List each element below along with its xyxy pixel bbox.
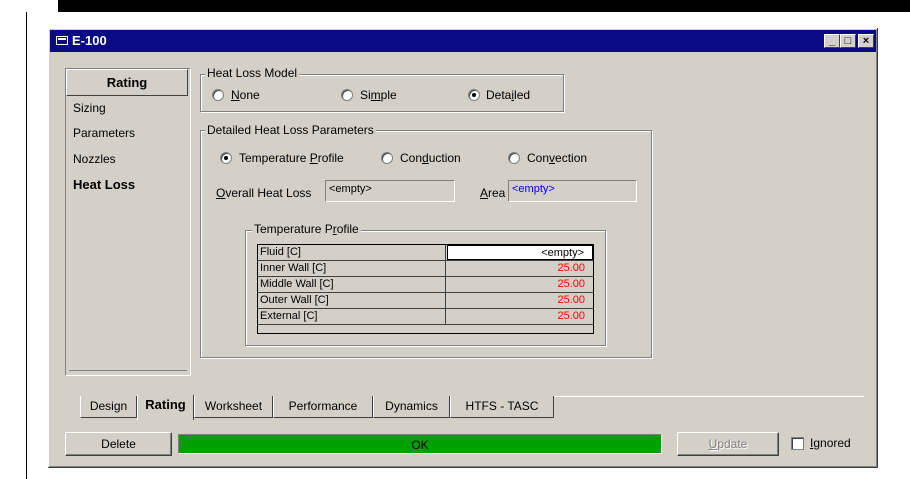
- overall-heat-loss-field[interactable]: <empty>: [325, 180, 455, 202]
- sidebar-header-label: Rating: [106, 75, 148, 90]
- minimize-icon: _: [828, 35, 836, 47]
- window-titlebar[interactable]: [50, 30, 876, 52]
- radio-temperature-profile-label[interactable]: Temperature Profile: [239, 151, 344, 165]
- heat-loss-model-label: Heat Loss Model: [205, 66, 300, 80]
- row-value-middle-wall[interactable]: 25.00: [447, 277, 593, 292]
- page-border-line: [26, 12, 27, 479]
- radio-conduction-label[interactable]: Conduction: [400, 151, 461, 165]
- temperature-profile-table: Fluid [C] <empty> Inner Wall [C] 25.00 M…: [257, 244, 594, 334]
- close-icon: ×: [862, 35, 870, 47]
- radio-none[interactable]: [212, 89, 224, 101]
- row-value-fluid[interactable]: <empty>: [447, 245, 593, 260]
- top-bar: [0, 0, 910, 12]
- close-button[interactable]: ×: [858, 34, 874, 48]
- area-label: Area: [480, 186, 506, 200]
- table-row[interactable]: External [C] 25.00: [258, 309, 593, 325]
- delete-button[interactable]: Delete: [65, 432, 172, 456]
- radio-detailed-label[interactable]: Detailed: [486, 88, 530, 102]
- radio-simple[interactable]: [341, 89, 353, 101]
- ignored-checkbox[interactable]: [791, 437, 804, 450]
- temperature-profile-label: Temperature Profile: [252, 222, 361, 236]
- tab-design[interactable]: Design: [80, 396, 137, 418]
- update-button[interactable]: Update: [677, 432, 779, 456]
- maximize-button[interactable]: □: [840, 34, 856, 48]
- minimize-button[interactable]: _: [824, 34, 840, 48]
- tab-rating[interactable]: Rating: [137, 395, 194, 420]
- row-name-middle-wall: Middle Wall [C]: [258, 277, 446, 292]
- status-bar: OK: [178, 434, 662, 454]
- window-icon: [56, 36, 68, 45]
- table-row[interactable]: Outer Wall [C] 25.00: [258, 293, 593, 309]
- radio-convection[interactable]: [508, 152, 520, 164]
- sidebar-item-parameters[interactable]: Parameters: [73, 126, 135, 140]
- radio-convection-label[interactable]: Convection: [527, 151, 587, 165]
- overall-heat-loss-label: Overall Heat Loss: [216, 186, 312, 200]
- row-value-external[interactable]: 25.00: [447, 309, 593, 324]
- table-row[interactable]: Middle Wall [C] 25.00: [258, 277, 593, 293]
- row-name-fluid: Fluid [C]: [258, 245, 446, 260]
- area-field[interactable]: <empty>: [508, 180, 637, 202]
- table-row[interactable]: Fluid [C] <empty>: [258, 245, 593, 261]
- maximize-icon: □: [844, 35, 852, 47]
- radio-detailed[interactable]: [468, 89, 480, 101]
- detailed-params-label: Detailed Heat Loss Parameters: [205, 123, 376, 137]
- table-row[interactable]: Inner Wall [C] 25.00: [258, 261, 593, 277]
- tab-htfs-tasc[interactable]: HTFS - TASC: [450, 396, 554, 418]
- top-bar-notch: [0, 0, 58, 12]
- row-name-external: External [C]: [258, 309, 446, 324]
- ignored-label[interactable]: Ignored: [810, 436, 851, 450]
- window-title: E-100: [72, 33, 107, 48]
- sidebar-item-nozzles[interactable]: Nozzles: [73, 152, 116, 166]
- sidebar-item-sizing[interactable]: Sizing: [73, 101, 106, 115]
- radio-conduction[interactable]: [381, 152, 393, 164]
- sidebar-item-heat-loss[interactable]: Heat Loss: [73, 177, 135, 192]
- tab-dynamics[interactable]: Dynamics: [373, 396, 450, 418]
- row-value-outer-wall[interactable]: 25.00: [447, 293, 593, 308]
- row-name-outer-wall: Outer Wall [C]: [258, 293, 446, 308]
- radio-none-label-rest: one: [239, 88, 260, 102]
- radio-temperature-profile[interactable]: [220, 152, 232, 164]
- tab-worksheet[interactable]: Worksheet: [194, 396, 273, 418]
- row-value-inner-wall[interactable]: 25.00: [447, 261, 593, 276]
- row-name-inner-wall: Inner Wall [C]: [258, 261, 446, 276]
- tab-performance[interactable]: Performance: [273, 396, 373, 418]
- radio-simple-label[interactable]: Simple: [360, 88, 397, 102]
- radio-none-label[interactable]: None: [231, 88, 260, 102]
